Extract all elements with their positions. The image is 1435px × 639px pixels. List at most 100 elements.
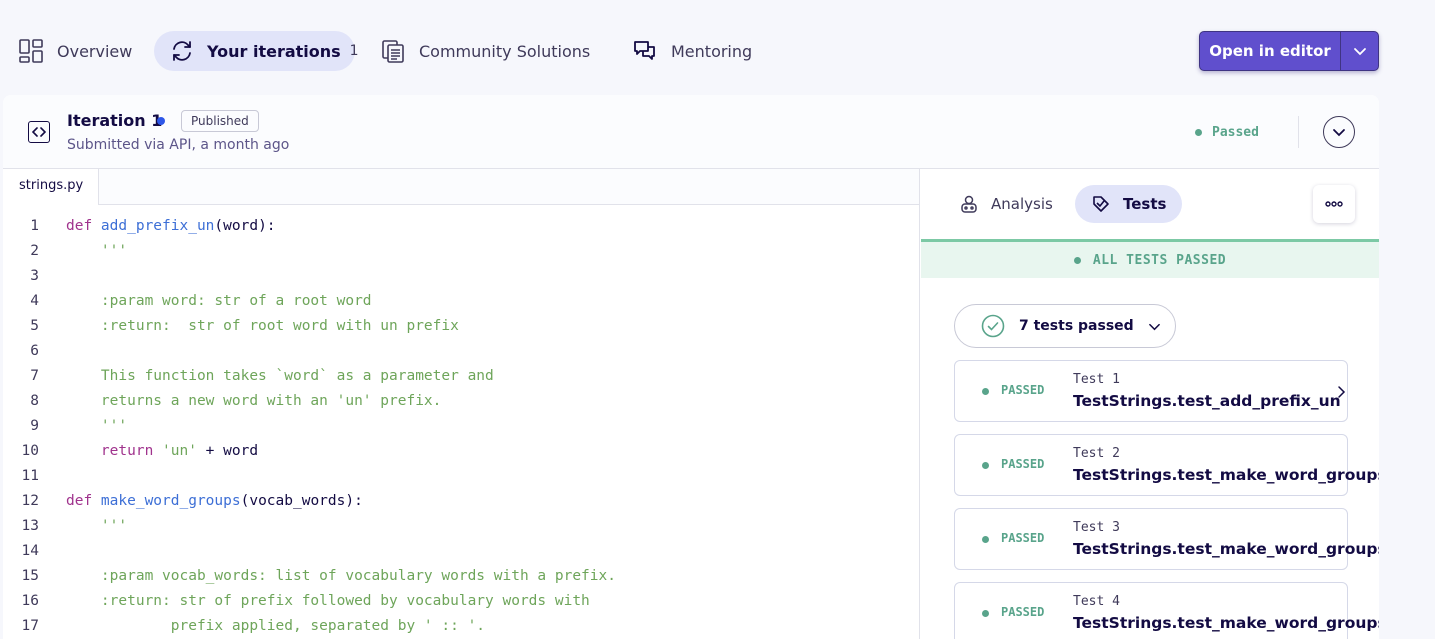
open-options-dropdown[interactable]	[1341, 32, 1378, 70]
tab-overview-label: Overview	[57, 41, 133, 61]
code-token: prefix applied, separated by ' :: '.	[66, 617, 486, 634]
test-result-card[interactable]: PASSED Test 2 TestStrings.test_make_word…	[954, 434, 1379, 496]
status-dot	[982, 388, 989, 395]
tab-community-solutions-label: Community Solutions	[419, 41, 591, 61]
test-number: Test 1	[1073, 372, 1120, 387]
code-line: 4 :param word: str of a root word	[3, 288, 919, 313]
code-token: def	[66, 492, 101, 509]
code-token: return	[66, 442, 163, 459]
line-number: 17	[21, 617, 39, 634]
iteration-status-label: Passed	[1212, 125, 1259, 140]
code-line: 15 :param vocab_words: list of vocabular…	[3, 563, 919, 588]
line-number: 14	[21, 542, 39, 559]
test-result-card[interactable]: PASSED Test 3 TestStrings.test_make_word…	[954, 508, 1379, 570]
code-file-icon	[28, 121, 50, 143]
tab-overview[interactable]: Overview	[0, 31, 146, 71]
code-line: 9 '''	[3, 413, 919, 438]
code-token: returns a new word with an 'un' prefix.	[66, 392, 442, 409]
iteration-status: Passed	[1195, 125, 1259, 140]
test-number: Test 3	[1073, 520, 1120, 535]
code-line: 5 :return: str of root word with un pref…	[3, 313, 919, 338]
line-number: 2	[30, 242, 39, 259]
line-number: 13	[21, 517, 39, 534]
code-token: + word	[196, 442, 259, 459]
status-dot	[1073, 256, 1081, 264]
code-line: 16 :return: str of prefix followed by vo…	[3, 588, 919, 613]
status-dot	[982, 462, 989, 469]
code-token: (word):	[214, 217, 276, 234]
all-tests-passed-label: ALL TESTS PASSED	[1092, 252, 1227, 268]
iteration-header: Iteration 1 Published Submitted via API,…	[3, 95, 1379, 169]
code-line: 2 '''	[3, 238, 919, 263]
code-token: :return: str of prefix followed by vocab…	[66, 592, 590, 609]
tests-summary-label: 7 tests passed	[1019, 318, 1134, 334]
chevron-down-icon	[1148, 320, 1161, 333]
collapse-iteration-button[interactable]	[1323, 116, 1355, 148]
code-line: 14	[3, 538, 919, 563]
line-number: 6	[30, 342, 39, 359]
open-in-editor-label[interactable]: Open in editor	[1200, 32, 1341, 70]
status-dot	[982, 610, 989, 617]
test-name: TestStrings.test_make_word_groups_e	[1073, 540, 1379, 558]
community-solutions-icon	[380, 38, 406, 64]
code-token: def	[66, 217, 101, 234]
code-line: 8 returns a new word with an 'un' prefix…	[3, 388, 919, 413]
more-options-button[interactable]	[1313, 185, 1355, 223]
tab-tests[interactable]: Tests	[1075, 185, 1183, 223]
code-token: :param vocab_words: list of vocabulary w…	[66, 567, 616, 584]
tab-your-iterations[interactable]: Your iterations 1	[154, 31, 359, 71]
mentoring-chat-icon	[632, 38, 658, 64]
line-number: 16	[21, 592, 39, 609]
open-in-editor-button[interactable]: Open in editor	[1199, 31, 1379, 71]
code-token: add_prefix_un	[100, 217, 215, 234]
line-number: 8	[30, 392, 39, 409]
tab-tests-label: Tests	[1123, 195, 1167, 213]
tab-analysis[interactable]: Analysis	[943, 185, 1069, 223]
line-number: 12	[21, 492, 39, 509]
iterations-count: 1	[349, 43, 359, 59]
chevron-down-icon	[1353, 44, 1367, 58]
code-line: 1 def add_prefix_un (word):	[3, 213, 919, 238]
results-pane: Analysis Tests ALL TESTS PASSED 7 tests …	[921, 169, 1379, 639]
test-result-card[interactable]: PASSED Test 4 TestStrings.test_make_word…	[954, 582, 1379, 639]
test-name: TestStrings.test_add_prefix_un	[1073, 392, 1341, 410]
analysis-robot-icon	[959, 194, 979, 214]
line-number: 3	[30, 267, 39, 284]
test-status: PASSED	[1001, 383, 1045, 397]
code-token: make_word_groups	[100, 492, 241, 509]
line-number: 9	[30, 417, 39, 434]
test-number: Test 4	[1073, 594, 1120, 609]
test-result-card[interactable]: PASSED Test 1 TestStrings.test_add_prefi…	[954, 360, 1348, 422]
status-dot	[982, 536, 989, 543]
test-name: TestStrings.test_make_word_groups_p	[1073, 614, 1379, 632]
code-line: 17 prefix applied, separated by ' :: '.	[3, 613, 919, 638]
code-token: :return: str of root word with un prefix	[66, 317, 459, 334]
tab-mentoring[interactable]: Mentoring	[614, 31, 766, 71]
tab-analysis-label: Analysis	[991, 195, 1053, 213]
file-tab-strings-py[interactable]: strings.py	[3, 169, 99, 205]
line-number: 4	[30, 292, 39, 309]
chevron-down-icon	[1332, 125, 1346, 139]
test-status: PASSED	[1001, 457, 1045, 471]
code-token: '''	[66, 417, 128, 434]
test-status: PASSED	[1001, 531, 1045, 545]
code-line: 11	[3, 463, 919, 488]
test-name: TestStrings.test_make_word_groups_a	[1073, 466, 1379, 484]
code-line: 3	[3, 263, 919, 288]
published-dot	[157, 117, 165, 125]
code-token: 'un'	[162, 442, 197, 459]
published-badge: Published	[181, 110, 259, 132]
tab-community-solutions[interactable]: Community Solutions	[362, 31, 604, 71]
test-status: PASSED	[1001, 605, 1045, 619]
code-token: '''	[66, 242, 128, 259]
status-dot	[1195, 129, 1202, 136]
line-number: 15	[21, 567, 39, 584]
test-number: Test 2	[1073, 446, 1120, 461]
file-tabs: strings.py	[3, 169, 919, 205]
top-navigation: Overview Your iterations 1 Community Sol…	[0, 0, 1435, 95]
iteration-panel: Iteration 1 Published Submitted via API,…	[3, 95, 1379, 639]
code-token: (vocab_words):	[240, 492, 363, 509]
tests-summary-toggle[interactable]: 7 tests passed	[954, 304, 1176, 348]
all-tests-passed-banner: ALL TESTS PASSED	[921, 239, 1379, 278]
line-number: 11	[21, 467, 39, 484]
